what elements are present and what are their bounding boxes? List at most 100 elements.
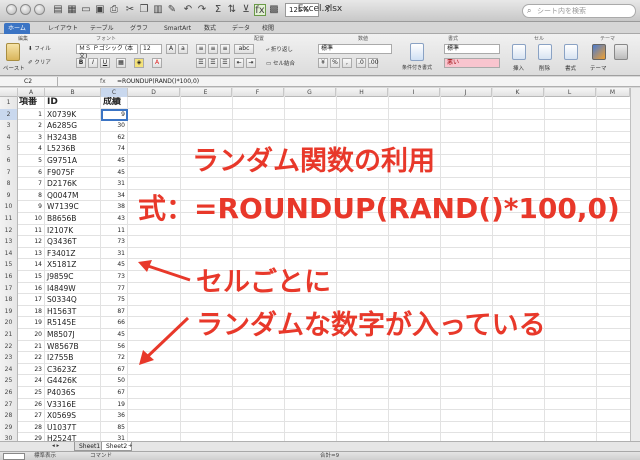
cell-id[interactable]: S0334Q <box>45 294 101 306</box>
row-header[interactable]: 18 <box>0 294 18 306</box>
cell-score[interactable]: 66 <box>101 317 128 329</box>
decrease-indent-icon[interactable]: ⇤ <box>234 58 244 68</box>
cell-score[interactable]: 45 <box>101 155 128 167</box>
tab-home[interactable]: ホーム <box>4 23 30 34</box>
cell-number[interactable]: 2 <box>18 120 45 132</box>
increase-indent-icon[interactable]: ⇥ <box>246 58 256 68</box>
wrap-text-button[interactable]: ⤶ 折り返し <box>266 45 293 54</box>
cell-id[interactable]: G9751A <box>45 155 101 167</box>
tab-formulas[interactable]: 数式 <box>200 23 220 34</box>
cell-number[interactable]: 13 <box>18 247 45 260</box>
cell-number[interactable]: 22 <box>18 352 45 364</box>
row-header[interactable]: 12 <box>0 224 18 237</box>
align-left-icon[interactable]: ☰ <box>196 58 206 68</box>
merge-cells-button[interactable]: ▭ セル結合 <box>266 59 295 67</box>
select-all-corner[interactable] <box>0 88 18 97</box>
conditional-format-button[interactable]: 条件付き書式 <box>402 64 432 71</box>
cell-id[interactable]: H1563T <box>45 305 101 318</box>
cell-id[interactable]: A6285G <box>45 120 101 132</box>
cell-number[interactable]: 6 <box>18 166 45 179</box>
align-center-icon[interactable]: ☰ <box>208 58 218 68</box>
align-bottom-icon[interactable]: ≡ <box>220 44 230 54</box>
row-header[interactable]: 2 <box>0 108 18 121</box>
cell-score[interactable]: 73 <box>101 236 128 248</box>
bold-button[interactable]: B <box>76 58 86 68</box>
cell-number[interactable]: 7 <box>18 178 45 190</box>
cell-score[interactable]: 34 <box>101 189 128 202</box>
column-header-g[interactable]: G <box>284 88 336 97</box>
cell-id[interactable]: I2107K <box>45 224 101 237</box>
conditional-format-icon[interactable] <box>410 43 424 61</box>
cell-number[interactable]: 18 <box>18 305 45 318</box>
cell-number[interactable]: 1 <box>18 108 45 121</box>
cell-number[interactable]: 12 <box>18 236 45 248</box>
currency-icon[interactable]: ¥ <box>318 58 328 68</box>
theme-button[interactable]: テーマ <box>590 64 607 72</box>
italic-button[interactable]: I <box>88 58 98 68</box>
add-sheet-icon[interactable]: + <box>128 443 133 449</box>
row-header[interactable]: 15 <box>0 259 18 271</box>
cell-score[interactable]: 87 <box>101 305 128 318</box>
column-header-f[interactable]: F <box>232 88 284 97</box>
cell-id[interactable]: X0739K <box>45 108 101 121</box>
row-header[interactable]: 23 <box>0 352 18 364</box>
decrease-decimal-icon[interactable]: .00 <box>368 58 379 68</box>
cell-score[interactable]: 62 <box>101 131 128 144</box>
cell-number[interactable]: 14 <box>18 259 45 271</box>
cell-number[interactable]: 15 <box>18 271 45 283</box>
column-header-h[interactable]: H <box>336 88 388 97</box>
cell-score[interactable]: 72 <box>101 352 128 364</box>
tab-data[interactable]: データ <box>228 23 254 34</box>
delete-button[interactable]: 削除 <box>539 64 550 72</box>
column-title-number[interactable]: 項番 <box>18 97 45 109</box>
align-top-icon[interactable]: ≡ <box>196 44 206 54</box>
column-header-d[interactable]: D <box>128 88 180 97</box>
cell-id[interactable]: M8507J <box>45 329 101 341</box>
cell-number[interactable]: 8 <box>18 189 45 202</box>
row-header[interactable]: 25 <box>0 375 18 387</box>
cell-score[interactable]: 77 <box>101 282 128 295</box>
cell-score[interactable]: 43 <box>101 213 128 225</box>
row-header[interactable]: 6 <box>0 155 18 167</box>
number-format-select[interactable]: 標準 <box>318 44 392 54</box>
style-bad[interactable]: 悪い <box>444 58 500 68</box>
row-header[interactable]: 26 <box>0 387 18 399</box>
cell-id[interactable]: C3623Z <box>45 363 101 376</box>
paste-clipboard-icon[interactable] <box>6 43 20 61</box>
cell-score[interactable]: 67 <box>101 363 128 376</box>
cell-id[interactable]: J9859C <box>45 271 101 283</box>
align-right-icon[interactable]: ☰ <box>220 58 230 68</box>
normal-view-icon[interactable] <box>3 453 25 460</box>
delete-cells-icon[interactable] <box>538 44 552 60</box>
vertical-scrollbar[interactable] <box>630 88 640 441</box>
column-header-e[interactable]: E <box>180 88 232 97</box>
cell-number[interactable]: 5 <box>18 155 45 167</box>
sheet-search-input[interactable]: ⌕ シート内を検索 <box>522 4 636 18</box>
clear-button[interactable]: ✐ クリア <box>28 58 51 66</box>
row-header[interactable]: 3 <box>0 120 18 132</box>
column-header-l[interactable]: L <box>544 88 596 97</box>
row-header[interactable]: 9 <box>0 189 18 202</box>
row-header[interactable]: 22 <box>0 340 18 353</box>
column-header-m[interactable]: M <box>596 88 630 97</box>
font-color-icon[interactable]: A <box>152 58 162 68</box>
fx-label[interactable]: fx <box>100 77 106 87</box>
row-header[interactable]: 4 <box>0 131 18 144</box>
cell-score[interactable]: 30 <box>101 120 128 132</box>
cell-id[interactable]: R5145E <box>45 317 101 329</box>
tab-table[interactable]: テーブル <box>86 23 118 34</box>
cell-number[interactable]: 24 <box>18 375 45 387</box>
cell-number[interactable]: 25 <box>18 387 45 399</box>
selected-cell-c2[interactable] <box>101 109 128 121</box>
cell-number[interactable]: 23 <box>18 363 45 376</box>
comma-icon[interactable]: , <box>342 58 352 68</box>
fill-color-icon[interactable]: ◈ <box>134 58 144 68</box>
font-name-select[interactable]: ＭＳ Ｐゴシック (本文) <box>76 44 138 60</box>
row-header[interactable]: 30 <box>0 433 18 441</box>
style-normal[interactable]: 標準 <box>444 44 500 54</box>
underline-button[interactable]: U <box>100 58 110 68</box>
cell-number[interactable]: 9 <box>18 201 45 213</box>
cell-score[interactable]: 85 <box>101 421 128 434</box>
cell-number[interactable]: 4 <box>18 143 45 155</box>
format-button[interactable]: 書式 <box>565 64 576 72</box>
